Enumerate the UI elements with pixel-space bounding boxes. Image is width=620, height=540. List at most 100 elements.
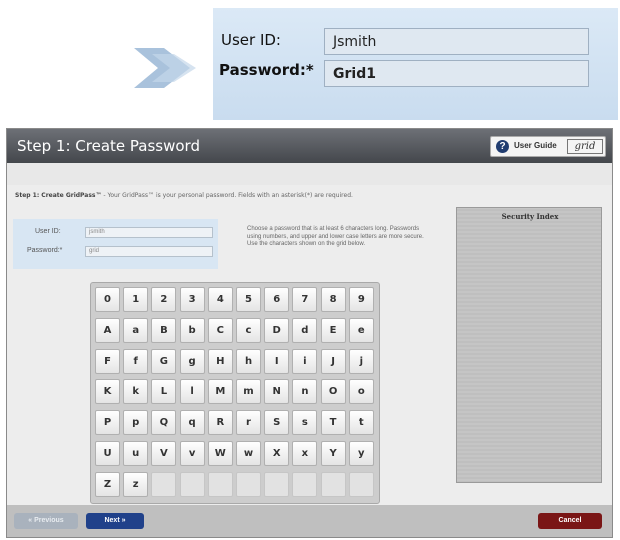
- key-upper-S[interactable]: S: [264, 410, 290, 436]
- key-upper-P[interactable]: P: [95, 410, 120, 436]
- key-blank: [151, 471, 177, 497]
- credentials-form: User ID: jsmith Password:* grid: [13, 219, 218, 269]
- user-guide-button[interactable]: ? User Guide grid: [490, 136, 606, 157]
- key-0[interactable]: 0: [95, 287, 120, 312]
- key-upper-X[interactable]: X: [264, 441, 290, 466]
- key-upper-F[interactable]: F: [95, 348, 120, 374]
- key-c[interactable]: c: [236, 317, 261, 343]
- key-n[interactable]: n: [292, 379, 318, 405]
- key-upper-Q[interactable]: Q: [151, 410, 177, 436]
- content-area: Step 1: Create GridPass™ - Your GridPass…: [7, 185, 612, 505]
- page-title: Step 1: Create Password: [17, 137, 200, 155]
- key-g[interactable]: g: [179, 348, 205, 374]
- key-upper-G[interactable]: G: [151, 348, 177, 374]
- key-k[interactable]: k: [123, 379, 149, 405]
- key-f[interactable]: f: [123, 348, 149, 374]
- key-s[interactable]: s: [292, 410, 318, 436]
- sub-bar: [7, 163, 612, 185]
- key-8[interactable]: 8: [320, 287, 346, 312]
- key-upper-T[interactable]: T: [320, 410, 346, 436]
- key-upper-D[interactable]: D: [264, 317, 290, 343]
- key-o[interactable]: o: [348, 379, 374, 405]
- key-1[interactable]: 1: [123, 287, 149, 312]
- key-upper-Z[interactable]: Z: [95, 471, 120, 497]
- key-3[interactable]: 3: [179, 287, 205, 312]
- cancel-button[interactable]: Cancel: [538, 513, 602, 529]
- key-b[interactable]: b: [179, 317, 205, 343]
- key-blank: [292, 471, 318, 497]
- key-blank: [179, 471, 205, 497]
- key-upper-C[interactable]: C: [207, 317, 233, 343]
- key-upper-A[interactable]: A: [95, 317, 120, 343]
- key-p[interactable]: p: [123, 410, 149, 436]
- user-id-input[interactable]: jsmith: [85, 227, 213, 238]
- key-e[interactable]: e: [348, 317, 374, 343]
- key-upper-W[interactable]: W: [207, 441, 233, 466]
- key-blank: [320, 471, 346, 497]
- key-upper-V[interactable]: V: [151, 441, 177, 466]
- key-w[interactable]: w: [236, 441, 261, 466]
- key-upper-E[interactable]: E: [320, 317, 346, 343]
- key-upper-R[interactable]: R: [207, 410, 233, 436]
- key-z[interactable]: z: [123, 471, 149, 497]
- title-bar: Step 1: Create Password ? User Guide gri…: [7, 129, 612, 163]
- help-icon: ?: [496, 140, 509, 153]
- key-blank: [348, 471, 374, 497]
- zoom-user-id-label: User ID:: [221, 31, 281, 49]
- key-t[interactable]: t: [348, 410, 374, 436]
- key-u[interactable]: u: [123, 441, 149, 466]
- key-upper-O[interactable]: O: [320, 379, 346, 405]
- key-h[interactable]: h: [236, 348, 261, 374]
- footer-bar: « Previous Next » Cancel: [7, 505, 612, 537]
- key-upper-B[interactable]: B: [151, 317, 177, 343]
- previous-button[interactable]: « Previous: [14, 513, 78, 529]
- key-q[interactable]: q: [179, 410, 205, 436]
- password-help-text: Choose a password that is at least 6 cha…: [247, 226, 424, 247]
- zoom-user-id-field[interactable]: Jsmith: [324, 28, 589, 55]
- key-upper-L[interactable]: L: [151, 379, 177, 405]
- key-a[interactable]: a: [123, 317, 149, 343]
- key-upper-Y[interactable]: Y: [320, 441, 346, 466]
- key-upper-I[interactable]: I: [264, 348, 290, 374]
- key-l[interactable]: l: [179, 379, 205, 405]
- security-index-title: Security Index: [501, 212, 559, 221]
- password-input[interactable]: grid: [85, 246, 213, 257]
- instructions-body: - Your GridPass™ is your personal passwo…: [101, 192, 353, 199]
- key-upper-M[interactable]: M: [207, 379, 233, 405]
- key-9[interactable]: 9: [348, 287, 374, 312]
- next-button[interactable]: Next »: [86, 513, 144, 529]
- key-upper-N[interactable]: N: [264, 379, 290, 405]
- key-7[interactable]: 7: [292, 287, 318, 312]
- key-6[interactable]: 6: [264, 287, 290, 312]
- key-upper-K[interactable]: K: [95, 379, 120, 405]
- key-upper-J[interactable]: J: [320, 348, 346, 374]
- key-blank: [264, 471, 290, 497]
- key-j[interactable]: j: [348, 348, 374, 374]
- key-r[interactable]: r: [236, 410, 261, 436]
- key-2[interactable]: 2: [151, 287, 177, 312]
- key-upper-U[interactable]: U: [95, 441, 120, 466]
- arrow-right-icon: [134, 48, 196, 88]
- key-blank: [207, 471, 233, 497]
- security-index-panel: Security Index: [456, 207, 602, 483]
- character-grid: 0123456789 AaBbCcDdEe FfGgHhIiJj KkLlMmNnOo…: [90, 282, 380, 504]
- password-label: Password:*: [27, 247, 63, 254]
- user-id-label: User ID:: [35, 228, 61, 235]
- user-guide-label: User Guide: [514, 141, 557, 150]
- key-blank: [236, 471, 261, 497]
- key-v[interactable]: v: [179, 441, 205, 466]
- instructions-text: Step 1: Create GridPass™ - Your GridPass…: [15, 192, 435, 200]
- key-5[interactable]: 5: [236, 287, 261, 312]
- zoom-password-label: Password:*: [219, 61, 314, 79]
- key-y[interactable]: y: [348, 441, 374, 466]
- create-password-window: Step 1: Create Password ? User Guide gri…: [6, 128, 613, 538]
- key-i[interactable]: i: [292, 348, 318, 374]
- zoom-password-field[interactable]: Grid1: [324, 60, 589, 87]
- grid-logo: grid: [567, 139, 603, 154]
- key-m[interactable]: m: [236, 379, 261, 405]
- key-upper-H[interactable]: H: [207, 348, 233, 374]
- key-d[interactable]: d: [292, 317, 318, 343]
- key-4[interactable]: 4: [207, 287, 233, 312]
- instructions-heading: Step 1: Create GridPass™: [15, 192, 102, 199]
- key-x[interactable]: x: [292, 441, 318, 466]
